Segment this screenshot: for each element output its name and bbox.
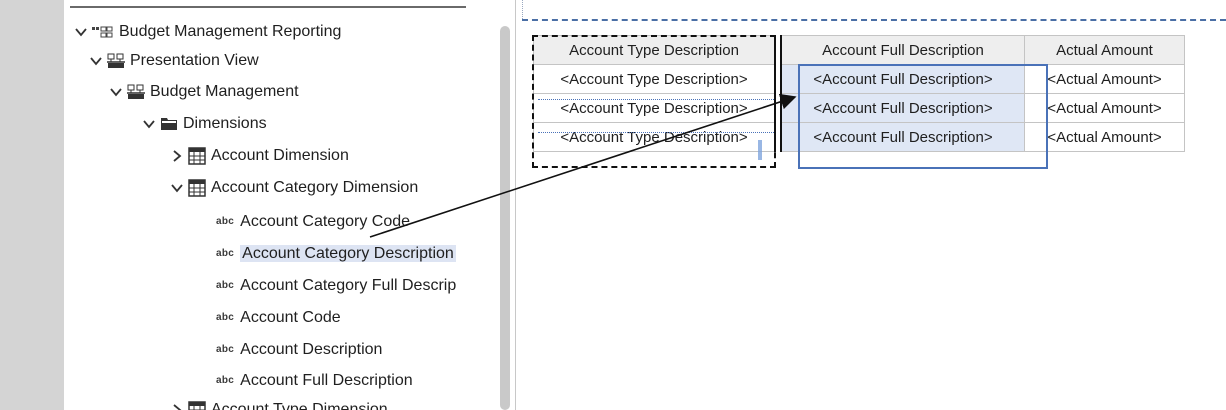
abc-icon: abc bbox=[216, 280, 235, 291]
tree-item-label: Dimensions bbox=[183, 115, 267, 132]
table-cell[interactable]: <Account Type Description> bbox=[533, 64, 776, 94]
abc-icon: abc bbox=[216, 216, 235, 227]
tree-item-label: Account Dimension bbox=[211, 147, 349, 164]
table-row: <Account Type Description> <Account Full… bbox=[533, 64, 1185, 94]
tree-item-budget-management-reporting[interactable]: Budget Management Reporting bbox=[74, 18, 341, 46]
table-row: <Account Type Description> <Account Full… bbox=[533, 122, 1185, 152]
table-cell[interactable]: <Actual Amount> bbox=[1024, 93, 1185, 123]
row-dotted-guide bbox=[538, 132, 774, 133]
tree-item-label: Account Category Full Descrip bbox=[240, 277, 457, 295]
page-boundary-line bbox=[522, 19, 1226, 21]
tree-item-account-category-full-description[interactable]: abc Account Category Full Descrip bbox=[216, 272, 456, 300]
data-tree-panel: Budget Management Reporting Presentation… bbox=[64, 0, 498, 410]
abc-icon: abc bbox=[216, 344, 235, 355]
table-cell[interactable]: <Account Type Description> bbox=[533, 93, 776, 123]
report-canvas[interactable]: Account Type Description Account Full De… bbox=[516, 0, 1226, 410]
column-header-account-type-description[interactable]: Account Type Description bbox=[533, 35, 776, 65]
table-row: <Account Type Description> <Account Full… bbox=[533, 93, 1185, 123]
dimension-icon bbox=[188, 401, 206, 410]
abc-icon: abc bbox=[216, 248, 235, 259]
dimension-icon bbox=[188, 147, 206, 165]
package-icon bbox=[92, 25, 114, 39]
tree-item-account-category-description[interactable]: abc Account Category Description bbox=[216, 240, 456, 268]
table-cell[interactable]: <Account Full Description> bbox=[780, 122, 1025, 152]
left-rail bbox=[0, 0, 64, 410]
folder-icon bbox=[160, 117, 178, 131]
chevron-down-icon[interactable] bbox=[74, 25, 88, 39]
tree-item-budget-management[interactable]: Budget Management bbox=[109, 78, 299, 106]
tree-top-border bbox=[70, 6, 466, 8]
chevron-down-icon[interactable] bbox=[109, 85, 123, 99]
table-cell[interactable]: <Actual Amount> bbox=[1024, 122, 1185, 152]
column-header-account-full-description[interactable]: Account Full Description bbox=[780, 35, 1025, 65]
tree-item-label: Account Full Description bbox=[240, 372, 413, 390]
hierarchy-icon bbox=[127, 84, 145, 100]
tree-item-dimensions[interactable]: Dimensions bbox=[142, 110, 267, 138]
tree-item-account-category-dimension[interactable]: Account Category Dimension bbox=[170, 174, 418, 202]
tree-item-label: Budget Management Reporting bbox=[119, 23, 342, 40]
table-cell[interactable]: <Account Type Description> bbox=[533, 122, 776, 152]
tree-item-label: Account Description bbox=[240, 341, 383, 359]
chevron-right-icon[interactable] bbox=[170, 149, 184, 163]
tree-item-label: Account Category Code bbox=[240, 213, 411, 231]
dimension-icon bbox=[188, 179, 206, 197]
tree-item-presentation-view[interactable]: Presentation View bbox=[89, 47, 259, 75]
tree-item-account-type-dimension[interactable]: Account Type Dimension bbox=[170, 396, 388, 410]
table-header-row: Account Type Description Account Full De… bbox=[533, 35, 1185, 65]
column-header-actual-amount[interactable]: Actual Amount bbox=[1024, 35, 1185, 65]
tree-item-account-code[interactable]: abc Account Code bbox=[216, 304, 341, 332]
tree-item-label: Account Category Dimension bbox=[211, 179, 419, 196]
tree-item-label: Account Category Description bbox=[240, 245, 456, 263]
abc-icon: abc bbox=[216, 375, 235, 386]
tree-item-label: Budget Management bbox=[150, 83, 299, 100]
chevron-down-icon[interactable] bbox=[89, 54, 103, 68]
tree-item-account-category-code[interactable]: abc Account Category Code bbox=[216, 208, 410, 236]
tree-scrollbar[interactable] bbox=[500, 26, 510, 410]
tree-item-label: Account Type Dimension bbox=[211, 401, 388, 410]
page-guide-vertical bbox=[522, 0, 523, 19]
hierarchy-icon bbox=[107, 53, 125, 69]
tree-item-label: Account Code bbox=[240, 309, 341, 327]
list-report-table[interactable]: Account Type Description Account Full De… bbox=[533, 35, 1185, 152]
row-dotted-guide bbox=[538, 99, 774, 100]
tree-item-label: Presentation View bbox=[130, 52, 259, 69]
tree-item-account-full-description[interactable]: abc Account Full Description bbox=[216, 367, 413, 395]
table-cell[interactable]: <Account Full Description> bbox=[780, 64, 1025, 94]
table-cell[interactable]: <Actual Amount> bbox=[1024, 64, 1185, 94]
chevron-right-icon[interactable] bbox=[170, 403, 184, 410]
tree-item-account-description[interactable]: abc Account Description bbox=[216, 336, 382, 364]
tree-item-account-dimension[interactable]: Account Dimension bbox=[170, 142, 349, 170]
table-cell[interactable]: <Account Full Description> bbox=[780, 93, 1025, 123]
chevron-down-icon[interactable] bbox=[142, 117, 156, 131]
abc-icon: abc bbox=[216, 312, 235, 323]
drop-cursor-marker bbox=[758, 140, 762, 160]
chevron-down-icon[interactable] bbox=[170, 181, 184, 195]
